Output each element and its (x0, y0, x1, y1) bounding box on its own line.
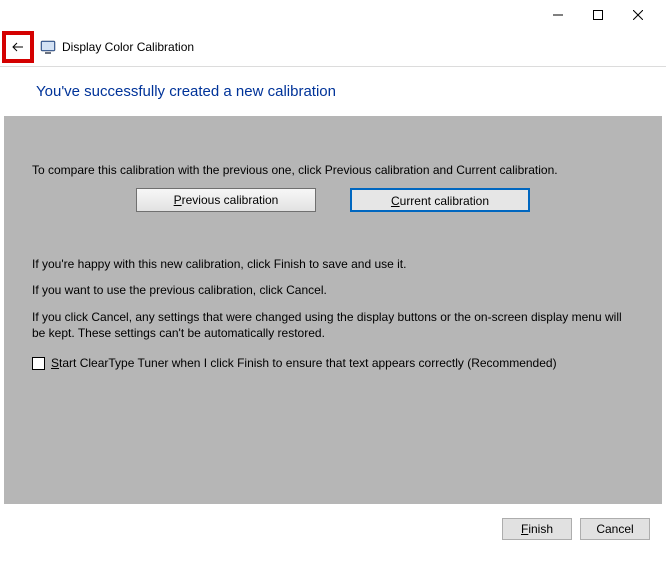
cancel-button[interactable]: Cancel (580, 518, 650, 540)
maximize-button[interactable] (578, 1, 618, 29)
cleartype-option-row: Start ClearType Tuner when I click Finis… (32, 355, 634, 371)
app-icon (40, 39, 56, 55)
header-row: Display Color Calibration (0, 30, 666, 64)
cleartype-checkbox[interactable] (32, 357, 45, 370)
footer: Finish Cancel (0, 504, 666, 540)
content-area: To compare this calibration with the pre… (4, 116, 662, 504)
cleartype-label: Start ClearType Tuner when I click Finis… (51, 355, 557, 371)
cancel-note-text: If you click Cancel, any settings that w… (32, 309, 634, 341)
finish-instruction-text: If you're happy with this new calibratio… (32, 256, 634, 272)
page-heading: You've successfully created a new calibr… (0, 67, 666, 116)
back-arrow-icon (10, 39, 26, 55)
calibration-button-row: Previous calibration Current calibration (32, 188, 634, 212)
back-button[interactable] (8, 37, 28, 57)
minimize-button[interactable] (538, 1, 578, 29)
current-calibration-button[interactable]: Current calibration (350, 188, 530, 212)
intro-text: To compare this calibration with the pre… (32, 162, 634, 178)
back-highlight-box (2, 31, 34, 63)
previous-calibration-button[interactable]: Previous calibration (136, 188, 316, 212)
finish-button[interactable]: Finish (502, 518, 572, 540)
close-button[interactable] (618, 1, 658, 29)
app-title: Display Color Calibration (62, 40, 194, 54)
cancel-instruction-text: If you want to use the previous calibrat… (32, 282, 634, 298)
title-bar (0, 0, 666, 30)
